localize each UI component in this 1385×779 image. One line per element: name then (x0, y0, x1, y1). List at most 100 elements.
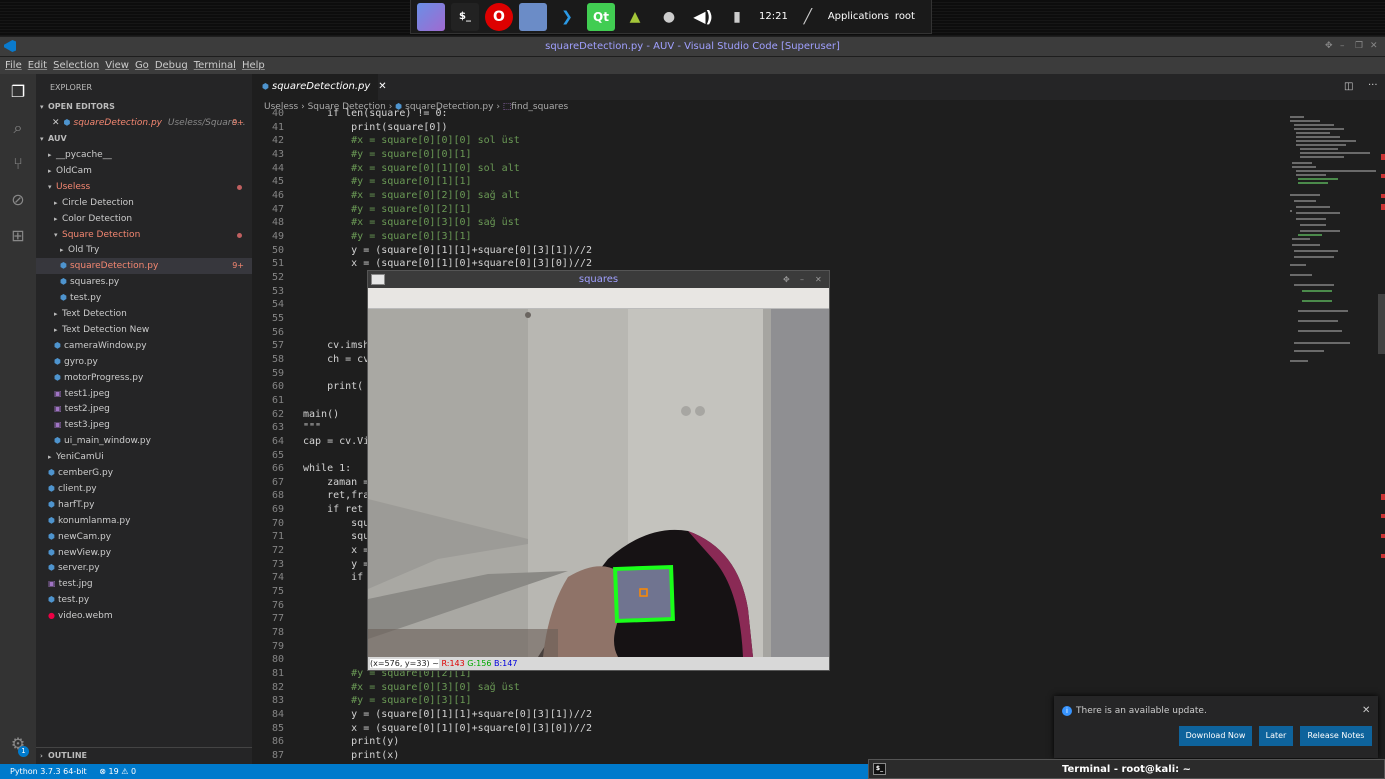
tree-item[interactable]: ● video.webm (36, 608, 252, 624)
explorer-icon[interactable]: ❐ (8, 82, 28, 102)
minimize-icon[interactable]: – (800, 271, 804, 288)
applications-menu[interactable]: Applications (828, 11, 889, 22)
close-icon[interactable]: ✕ (52, 118, 60, 128)
tree-item[interactable]: ▸ YeniCamUi (36, 449, 252, 465)
split-editor-icon[interactable]: ◫ (1344, 81, 1353, 92)
later-button[interactable]: Later (1259, 726, 1293, 746)
vscode-icon[interactable]: ❯ (553, 2, 581, 31)
pin-icon[interactable]: ✥ (1325, 37, 1333, 56)
terminal-window[interactable]: $_ Terminal - root@kali: ~ (868, 759, 1385, 779)
alien-icon[interactable]: ● (655, 2, 683, 31)
opera-icon[interactable]: O (485, 2, 513, 31)
menu-debug[interactable]: Debug (152, 57, 191, 74)
minimize-icon[interactable]: – (1340, 37, 1345, 56)
line-number: 53 (271, 285, 284, 297)
tree-item[interactable]: ⬢ harfT.py (36, 497, 252, 513)
tree-item[interactable]: ⬢ test.py (36, 290, 252, 306)
volume-icon[interactable]: ◀) (689, 2, 717, 31)
search-icon[interactable]: ⌕ (8, 118, 28, 138)
line-number: 60 (271, 381, 284, 393)
menu-help[interactable]: Help (239, 57, 268, 74)
tree-item-label: __pycache__ (56, 150, 112, 160)
code-line: ret,fra (303, 490, 370, 502)
window-title: squareDetection.py - AUV - Visual Studio… (545, 41, 840, 52)
close-tab-icon[interactable]: ✕ (378, 81, 386, 92)
open-editor-item[interactable]: ✕ ⬢ squareDetection.py Useless/Square... 9… (36, 115, 252, 131)
tree-item[interactable]: ⬢ server.py (36, 560, 252, 576)
tree-item[interactable]: ⬢ squares.py (36, 274, 252, 290)
extensions-icon[interactable]: ⊞ (8, 226, 28, 246)
folder-icon[interactable] (519, 2, 547, 31)
outline-header[interactable]: › OUTLINE (36, 747, 252, 763)
maximize-icon[interactable]: ❐ (1355, 37, 1363, 56)
files-icon[interactable] (417, 2, 445, 31)
android-icon[interactable]: ▲ (621, 2, 649, 31)
download-now-button[interactable]: Download Now (1179, 726, 1252, 746)
tree-item[interactable]: ⬢ squareDetection.py 9+ (36, 258, 252, 275)
tree-item[interactable]: ▸ Color Detection (36, 211, 252, 227)
tree-item[interactable]: ⬢ newView.py (36, 545, 252, 561)
tree-item[interactable]: ⬢ motorProgress.py (36, 370, 252, 386)
tree-item[interactable]: ⬢ newCam.py (36, 529, 252, 545)
tree-item-label: newCam.py (57, 531, 112, 542)
close-icon[interactable]: ✕ (1370, 37, 1378, 56)
menu-edit[interactable]: Edit (25, 57, 50, 74)
battery-icon[interactable]: ▮ (723, 2, 751, 31)
tree-item[interactable]: ▸ OldCam (36, 163, 252, 179)
tree-item-label: Text Detection New (62, 324, 150, 335)
minimap[interactable] (1282, 114, 1385, 764)
code-line: #x = square[0][0][0] sol üst (303, 135, 520, 147)
pin-icon[interactable]: ✥ (783, 271, 790, 288)
menu-go[interactable]: Go (132, 57, 152, 74)
open-editors-header[interactable]: ▾ OPEN EDITORS (36, 99, 252, 115)
qt-icon[interactable]: Qt (587, 2, 615, 31)
tree-item[interactable]: ⬢ cemberG.py (36, 465, 252, 481)
tree-item[interactable]: ⬢ gyro.py (36, 354, 252, 370)
tree-item[interactable]: ⬢ client.py (36, 481, 252, 497)
debug-icon[interactable]: ⊘ (8, 190, 28, 210)
tree-item[interactable]: ▾ Square Detection (36, 227, 252, 243)
tree-item[interactable]: ⬢ cameraWindow.py (36, 338, 252, 354)
tree-item[interactable]: ▣ test2.jpeg (36, 401, 252, 417)
tree-item[interactable]: ▸ Text Detection New (36, 322, 252, 338)
more-actions-icon[interactable]: ··· (1368, 80, 1378, 91)
terminal-icon[interactable]: $_ (451, 2, 479, 31)
terminal-icon: $_ (873, 763, 886, 775)
kali-icon[interactable]: ╱ (793, 2, 822, 31)
breadcrumb-item[interactable]: find_squares (511, 102, 568, 112)
squares-window[interactable]: squares ✥ – ✕ (x=576, y=33) ~ R:143 G:15… (367, 270, 830, 671)
code-line: ch = cv (303, 353, 370, 365)
tree-item[interactable]: ⬢ test.py (36, 592, 252, 608)
tree-item[interactable]: ⬢ konumlanma.py (36, 513, 252, 529)
tree-item[interactable]: ▾ Useless (36, 179, 252, 195)
project-header[interactable]: ▾ AUV (36, 131, 252, 147)
line-number: 41 (271, 121, 284, 133)
line-number: 46 (271, 189, 284, 201)
explorer-title: EXPLORER (50, 83, 92, 92)
tree-item[interactable]: ▣ test.jpg (36, 576, 252, 592)
tree-item[interactable]: ▸ Circle Detection (36, 195, 252, 211)
tree-item[interactable]: ▣ test1.jpeg (36, 386, 252, 402)
menu-terminal[interactable]: Terminal (191, 57, 239, 74)
tree-item[interactable]: ⬢ ui_main_window.py (36, 433, 252, 449)
camera-image[interactable] (368, 309, 829, 657)
release-notes-button[interactable]: Release Notes (1300, 726, 1372, 746)
info-icon: i (1062, 706, 1072, 716)
close-icon[interactable]: ✕ (1362, 705, 1370, 716)
python-interpreter[interactable]: Python 3.7.3 64-bit (10, 767, 87, 776)
squares-titlebar[interactable]: squares ✥ – ✕ (368, 271, 829, 288)
close-icon[interactable]: ✕ (815, 271, 822, 288)
menu-file[interactable]: File (2, 57, 25, 74)
tree-item[interactable]: ▸ Old Try (36, 242, 252, 258)
user-label[interactable]: root (895, 11, 915, 22)
menu-selection[interactable]: Selection (50, 57, 102, 74)
code-line: #x = square[0][1][0] sol alt (303, 162, 520, 174)
tree-item[interactable]: ▣ test3.jpeg (36, 417, 252, 433)
tree-item[interactable]: ▸ __pycache__ (36, 147, 252, 163)
tree-item-label: konumlanma.py (57, 515, 131, 526)
tab-squareDetection[interactable]: ⬢ squareDetection.py ✕ (252, 74, 387, 100)
tree-item[interactable]: ▸ Text Detection (36, 306, 252, 322)
problems-indicator[interactable]: ⊗ 19 ⚠ 0 (99, 767, 136, 776)
source-control-icon[interactable]: ⑂ (8, 154, 28, 174)
menu-view[interactable]: View (102, 57, 132, 74)
